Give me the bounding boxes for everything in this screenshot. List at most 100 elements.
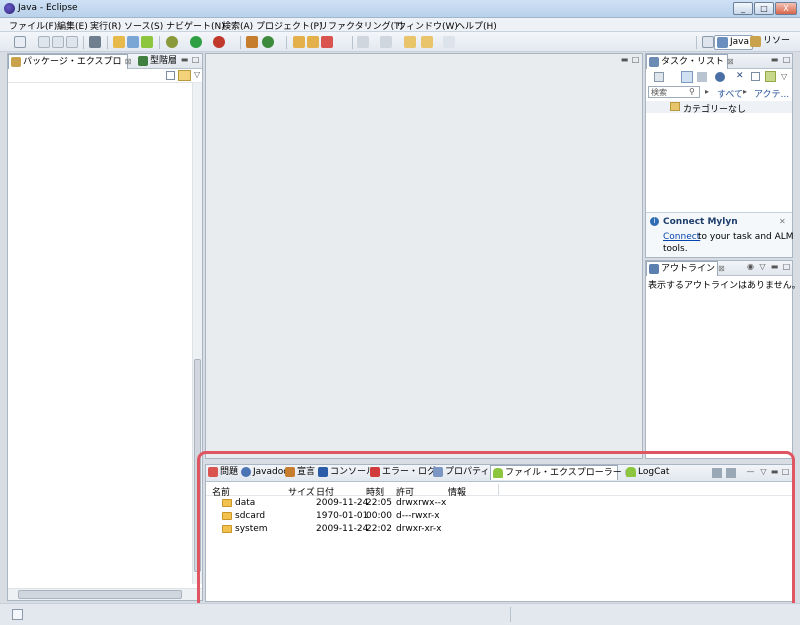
task-list-panel: タスク・リスト ⊠ ▬ □ ✕ ▽ 検索 ⚲ ▸ すべて ▸ アクテ... カテゴ…: [645, 53, 794, 258]
mylyn-text-line2: tools.: [663, 244, 688, 254]
filter-all-link[interactable]: すべて: [717, 87, 743, 100]
menu-help[interactable]: ヘルプ(H): [456, 19, 497, 32]
menu-source[interactable]: ソース(S): [124, 19, 163, 32]
minimize-view-icon[interactable]: ▬: [180, 56, 189, 65]
new-project-icon[interactable]: [113, 36, 125, 48]
back-icon[interactable]: [404, 36, 416, 48]
editor-minimize-icon[interactable]: ▬: [620, 56, 629, 65]
back-history-icon[interactable]: [421, 36, 433, 48]
new-class-icon[interactable]: [127, 36, 139, 48]
view-menu-icon[interactable]: ▽: [194, 70, 200, 79]
editor-area: ▬ □: [205, 53, 643, 459]
outline-empty-message: 表示するアウトラインはありません。: [648, 281, 800, 291]
menu-refactor[interactable]: リファクタリング(T): [319, 19, 403, 32]
package-explorer-toolbar: ▽: [8, 69, 202, 83]
maximize-view-icon[interactable]: □: [782, 263, 791, 272]
menu-project[interactable]: プロジェクト(P): [256, 19, 322, 32]
open-perspective-icon[interactable]: [702, 36, 714, 48]
debug-icon[interactable]: [166, 36, 178, 48]
task-list-icon: [649, 57, 659, 67]
synchronize-icon[interactable]: [765, 71, 776, 82]
filter-active-link[interactable]: アクテ...: [754, 87, 789, 100]
menu-window[interactable]: ウィンドウ(W): [397, 19, 458, 32]
categorized-icon[interactable]: [681, 71, 693, 83]
tab-package-explorer-label: パッケージ・エクスプロ: [23, 57, 122, 67]
menu-file[interactable]: ファイル(F): [9, 19, 57, 32]
focus-icon[interactable]: ◉: [746, 263, 755, 272]
minimize-view-icon[interactable]: ▬: [770, 263, 779, 272]
open-folder-icon[interactable]: [293, 36, 305, 48]
mylyn-title: Connect Mylyn: [663, 217, 738, 227]
link-editor-icon[interactable]: [178, 70, 191, 81]
package-explorer-panel: パッケージ・エクスプロ ⊠ 型階層 ▬ □ ▽: [7, 53, 203, 601]
tab-task-list[interactable]: タスク・リスト ⊠: [646, 54, 734, 69]
title-bar: Java - Eclipse _ □ X: [0, 0, 800, 18]
tab-outline[interactable]: アウトライン ⊠: [646, 261, 725, 276]
run-icon[interactable]: [190, 36, 202, 48]
close-icon[interactable]: ✕: [779, 217, 786, 226]
new-icon[interactable]: [14, 36, 26, 48]
collapse-all-icon[interactable]: [166, 71, 175, 80]
next-annotation-icon[interactable]: [357, 36, 369, 48]
scheduled-icon[interactable]: [697, 72, 707, 82]
repository-perspective-icon: [750, 36, 761, 47]
view-menu-icon[interactable]: ▽: [781, 72, 787, 81]
mylyn-text-line1: to your task and ALM: [698, 232, 794, 242]
task-list-toolbar: ✕ ▽: [646, 69, 792, 85]
tab-task-list-label: タスク・リスト: [661, 57, 724, 67]
collapse-all-icon[interactable]: [751, 72, 760, 81]
close-icon[interactable]: ⊠: [718, 264, 725, 273]
task-search-placeholder: 検索: [651, 88, 667, 97]
open-type-icon[interactable]: [246, 36, 258, 48]
close-icon[interactable]: ⊠: [727, 57, 734, 66]
android-sdk-icon[interactable]: [89, 36, 101, 48]
external-tools-icon[interactable]: [213, 36, 225, 48]
prev-annotation-icon[interactable]: [380, 36, 392, 48]
highlight-box: [197, 451, 795, 615]
close-button[interactable]: X: [775, 2, 797, 15]
horizontal-scroll-thumb[interactable]: [18, 590, 182, 599]
fast-view-icon[interactable]: [12, 609, 23, 620]
forward-icon[interactable]: [443, 36, 455, 48]
hierarchy-icon: [138, 56, 148, 66]
maximize-view-icon[interactable]: □: [191, 56, 200, 65]
status-bar: [0, 603, 800, 625]
horizontal-scrollbar[interactable]: [8, 588, 202, 600]
menu-navigate[interactable]: ナビゲート(N): [166, 19, 225, 32]
menu-search[interactable]: 検索(A): [222, 19, 253, 32]
task-search-input[interactable]: 検索 ⚲: [648, 86, 700, 98]
open-file-icon[interactable]: [307, 36, 319, 48]
tab-outline-label: アウトライン: [661, 264, 716, 274]
new-task-icon[interactable]: [654, 72, 664, 82]
view-menu-icon[interactable]: ▽: [758, 263, 767, 272]
focus-icon[interactable]: [715, 72, 725, 82]
new-android-icon[interactable]: [141, 36, 153, 48]
category-row[interactable]: カテゴリーなし: [646, 101, 792, 115]
java-perspective-icon: [717, 37, 728, 48]
category-icon: [670, 102, 680, 111]
tab-package-explorer[interactable]: パッケージ・エクスプロ ⊠: [8, 54, 131, 69]
outline-panel: アウトライン ⊠ ◉ ▽ ▬ □ 表示するアウトラインはありません。: [645, 260, 800, 459]
minimize-view-icon[interactable]: ▬: [770, 56, 779, 65]
maximize-view-icon[interactable]: □: [782, 56, 791, 65]
connect-link[interactable]: Connect: [663, 232, 700, 242]
save-icon[interactable]: [38, 36, 50, 48]
hide-completed-icon[interactable]: ✕: [736, 72, 746, 82]
print-icon[interactable]: [66, 36, 78, 48]
repository-perspective-button[interactable]: リソー: [748, 35, 793, 50]
refresh-icon[interactable]: [262, 36, 274, 48]
outline-tabbar: アウトライン ⊠ ◉ ▽ ▬ □: [646, 261, 792, 276]
marker-icon[interactable]: [321, 36, 333, 48]
save-all-icon[interactable]: [52, 36, 64, 48]
search-icon: ⚲: [689, 87, 695, 96]
menu-run[interactable]: 実行(R): [90, 19, 121, 32]
editor-maximize-icon[interactable]: □: [631, 56, 640, 65]
minimize-button[interactable]: _: [733, 2, 753, 15]
info-icon: i: [650, 217, 659, 226]
close-icon[interactable]: ⊠: [125, 57, 132, 66]
tab-type-hierarchy[interactable]: 型階層: [136, 54, 177, 69]
tab-type-hierarchy-label: 型階層: [150, 56, 178, 66]
menu-edit[interactable]: 編集(E): [57, 19, 88, 32]
maximize-button[interactable]: □: [754, 2, 774, 15]
task-list-tabbar: タスク・リスト ⊠ ▬ □: [646, 54, 792, 69]
